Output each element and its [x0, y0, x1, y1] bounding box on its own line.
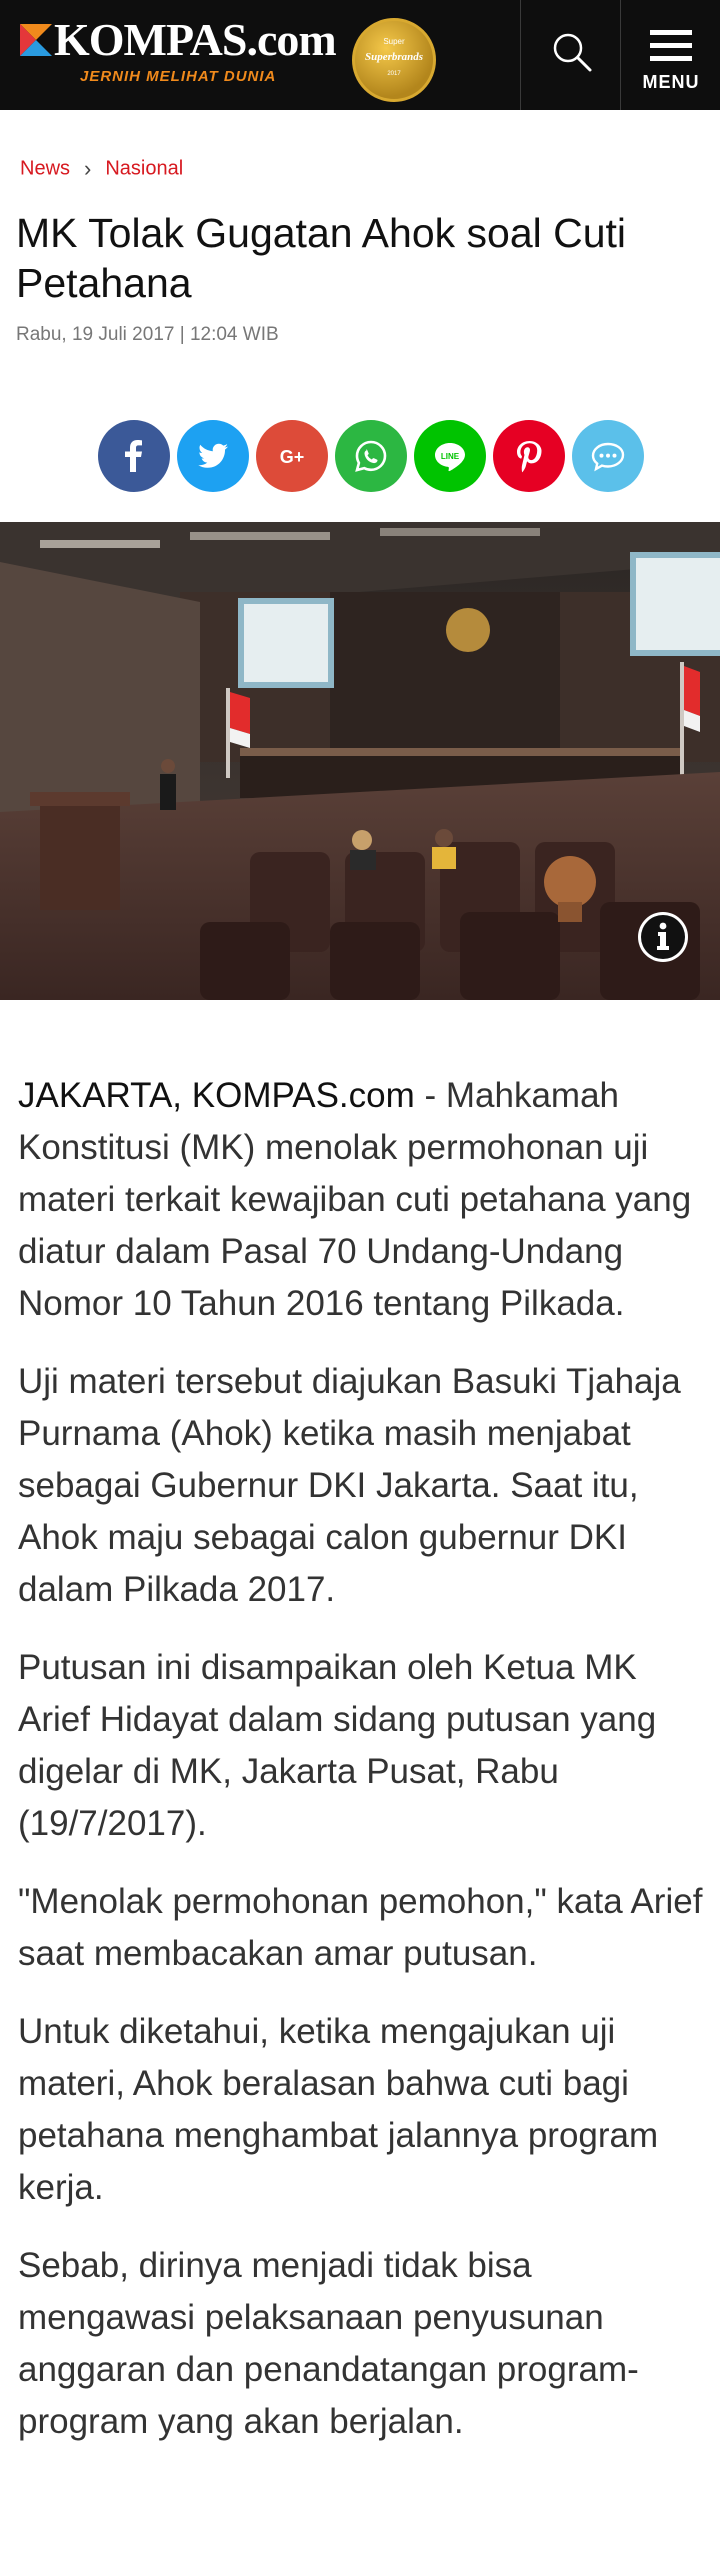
facebook-icon [125, 440, 142, 472]
twitter-icon [198, 443, 228, 468]
search-icon [553, 33, 592, 72]
google-plus-icon: G+ [280, 447, 305, 467]
badge-top-text: Super [383, 37, 405, 46]
breadcrumb-separator: › [84, 156, 92, 181]
image-info-button[interactable] [638, 912, 688, 962]
hamburger-icon [650, 30, 692, 61]
kompas-logo[interactable]: KOMPAS.com JERNIH MELIHAT DUNIA [16, 14, 356, 94]
badge-year-text: 2017 [387, 71, 401, 77]
article-paragraph: Untuk diketahui, ketika mengajukan uji m… [18, 2012, 659, 2207]
article-hero-image [0, 522, 720, 1000]
whatsapp-icon [355, 440, 387, 472]
share-google-plus-button[interactable]: G+ [256, 420, 328, 492]
search-button[interactable] [522, 0, 620, 110]
share-pinterest-button[interactable] [493, 420, 565, 492]
share-facebook-button[interactable] [98, 420, 170, 492]
info-icon [641, 915, 685, 959]
share-line-button[interactable]: LINE [414, 420, 486, 492]
svg-text:LINE: LINE [441, 452, 460, 461]
header-divider [620, 0, 621, 110]
share-whatsapp-button[interactable] [335, 420, 407, 492]
superbrands-badge: Super Superbrands 2017 [352, 18, 436, 102]
article-dateline: JAKARTA, KOMPAS.com [18, 1076, 415, 1115]
breadcrumb-nasional[interactable]: Nasional [105, 158, 183, 180]
menu-button[interactable]: MENU [622, 0, 720, 110]
article-date: Rabu, 19 Juli 2017 | 12:04 WIB [16, 324, 279, 345]
article-paragraph: Sebab, dirinya menjadi tidak bisa mengaw… [18, 2246, 639, 2441]
header-divider [520, 0, 521, 110]
share-twitter-button[interactable] [177, 420, 249, 492]
breadcrumb: News › Nasional [20, 156, 183, 182]
logo-tagline: JERNIH MELIHAT DUNIA [80, 68, 277, 85]
article-body: JAKARTA, KOMPAS.com - Mahkamah Konstitus… [18, 1070, 708, 2474]
pinterest-icon [517, 441, 542, 473]
share-comment-button[interactable] [572, 420, 644, 492]
menu-label: MENU [642, 72, 700, 92]
breadcrumb-news[interactable]: News [20, 158, 70, 180]
kompas-k-icon [20, 24, 52, 56]
article-paragraph: "Menolak permohonan pemohon," kata Arief… [18, 1882, 703, 1973]
comment-icon [591, 442, 625, 472]
article-paragraph: JAKARTA, KOMPAS.com - Mahkamah Konstitus… [18, 1070, 708, 1330]
article-title: MK Tolak Gugatan Ahok soal Cuti Petahana [16, 210, 627, 306]
courtroom-photo [0, 522, 720, 1000]
article-paragraph: Uji materi tersebut diajukan Basuki Tjah… [18, 1362, 681, 1609]
site-header: KOMPAS.com JERNIH MELIHAT DUNIA Super Su… [0, 0, 720, 110]
badge-brand-text: Superbrands [364, 51, 424, 63]
article-paragraph: Putusan ini disampaikan oleh Ketua MK Ar… [18, 1648, 657, 1843]
line-icon: LINE [435, 443, 465, 472]
logo-text: KOMPAS.com [54, 14, 337, 65]
svg-text:G+: G+ [280, 447, 305, 467]
